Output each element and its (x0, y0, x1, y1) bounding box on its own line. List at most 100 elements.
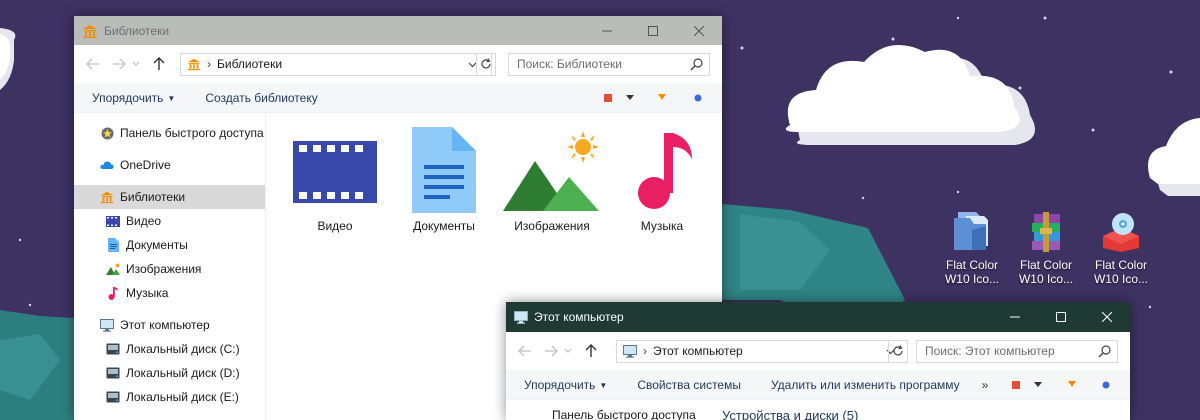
desktop-icon-label: W10 Ico... (944, 272, 1000, 286)
arrow-up-icon (153, 57, 165, 70)
quick-access-icon (100, 126, 114, 140)
view-options-dropdown-icon[interactable] (626, 95, 634, 101)
organize-button[interactable]: Упорядочить ▼ (92, 91, 175, 105)
close-icon (1102, 312, 1112, 322)
arrow-right-icon (113, 58, 126, 70)
minimize-icon (1010, 316, 1020, 318)
refresh-icon (893, 345, 903, 356)
tile-label: Видео (317, 219, 353, 233)
view-options-dropdown-icon[interactable] (1034, 382, 1042, 388)
nav-disk-d[interactable]: Локальный диск (D:) (74, 361, 265, 385)
devices-group-header[interactable]: Устройства и диски (5) (722, 408, 858, 420)
view-options-icon[interactable] (604, 94, 612, 102)
search-input[interactable]: Поиск: Этот компьютер (916, 339, 1118, 363)
breadcrumb-chevron-icon: › (207, 57, 211, 71)
nav-music[interactable]: Музыка (74, 281, 265, 305)
hard-drive-icon (106, 366, 120, 380)
desktop-icon-disc[interactable]: Flat Color W10 Ico... (1083, 206, 1159, 286)
library-icon (83, 24, 97, 38)
forward-button[interactable] (540, 340, 562, 362)
address-row: › Библиотеки Поиск: Библиотеки (74, 45, 722, 83)
sort-dropdown-icon[interactable] (658, 94, 666, 101)
address-path[interactable]: Этот компьютер (653, 344, 743, 358)
nav-quick-access[interactable]: Панель быстрого доступа (74, 121, 265, 145)
refresh-button[interactable] (476, 52, 496, 76)
more-commands-button[interactable]: » (982, 378, 989, 392)
nav-images[interactable]: Изображения (74, 257, 265, 281)
nav-label: Музыка (126, 286, 169, 300)
computer-monitor-icon (100, 318, 114, 332)
address-row: › Этот компьютер Поиск: Этот компьютер (506, 332, 1130, 370)
desktop-icon-folder[interactable]: Flat Color W10 Ico... (934, 206, 1010, 286)
nav-disk-e[interactable]: Локальный диск (E:) (74, 385, 265, 409)
nav-label: Этот компьютер (120, 318, 210, 332)
tile-label: Музыка (640, 219, 684, 233)
arrow-up-icon (585, 344, 597, 357)
music-note-icon (638, 133, 692, 209)
maximize-button[interactable] (630, 16, 676, 45)
explorer-window-this-pc[interactable]: Этот компьютер › Этот компьютер Поиск: Э… (506, 302, 1130, 420)
nav-quick-access[interactable]: Панель быстрого доступа (552, 408, 696, 420)
sort-dropdown-icon[interactable] (1068, 381, 1076, 388)
view-options-icon[interactable] (1012, 381, 1020, 389)
library-tile-video[interactable]: Видео (280, 127, 390, 233)
tile-label: Документы (413, 219, 475, 233)
address-path[interactable]: Библиотеки (217, 57, 282, 71)
close-button[interactable] (1084, 302, 1130, 332)
create-library-button[interactable]: Создать библиотеку (205, 91, 317, 105)
back-button[interactable] (514, 340, 536, 362)
library-tile-music[interactable]: Музыка (607, 127, 717, 233)
recent-locations-button[interactable] (130, 53, 142, 75)
title-bar[interactable]: Библиотеки (74, 16, 722, 45)
title-bar[interactable]: Этот компьютер (506, 302, 1130, 332)
window-title: Библиотеки (104, 23, 170, 38)
image-mountain-icon (106, 262, 120, 276)
uninstall-program-button[interactable]: Удалить или изменить программу (771, 378, 960, 392)
nav-label: Библиотеки (120, 190, 186, 204)
library-tile-documents[interactable]: Документы (389, 127, 499, 233)
document-icon (412, 127, 476, 213)
forward-button[interactable] (108, 53, 130, 75)
library-icon (187, 58, 201, 71)
address-bar[interactable]: › Библиотеки (180, 52, 492, 76)
desktop-icon-label: Flat Color (1019, 258, 1072, 272)
help-icon[interactable] (694, 94, 702, 102)
up-button[interactable] (148, 53, 170, 75)
desktop-icon-label: Flat Color (945, 258, 998, 272)
nav-label: Локальный диск (D:) (126, 366, 240, 380)
back-button[interactable] (82, 53, 104, 75)
nav-this-pc[interactable]: Этот компьютер (74, 313, 265, 337)
nav-label: Панель быстрого доступа (120, 126, 264, 140)
organize-label: Упорядочить (92, 90, 164, 105)
minimize-button[interactable] (992, 302, 1038, 332)
nav-documents[interactable]: Документы (74, 233, 265, 257)
nav-video[interactable]: Видео (74, 209, 265, 233)
address-bar[interactable]: › Этот компьютер (616, 339, 908, 363)
desktop-icon-archive[interactable]: Flat Color W10 Ico... (1008, 206, 1084, 286)
nav-disk-c[interactable]: Локальный диск (C:) (74, 337, 265, 361)
organize-button[interactable]: Упорядочить ▼ (524, 378, 607, 392)
system-properties-button[interactable]: Свойства системы (637, 378, 741, 392)
library-tile-images[interactable]: Изображения (497, 127, 607, 233)
nav-libraries[interactable]: Библиотеки (74, 185, 265, 209)
help-icon[interactable] (1102, 381, 1110, 389)
maximize-button[interactable] (1038, 302, 1084, 332)
archive-books-icon (1032, 212, 1060, 252)
nav-label: Локальный диск (C:) (126, 342, 240, 356)
breadcrumb-chevron-icon: › (643, 344, 647, 358)
video-film-icon (293, 141, 377, 203)
recent-locations-button[interactable] (562, 340, 574, 362)
chevron-down-icon (132, 61, 140, 66)
refresh-button[interactable] (888, 339, 908, 363)
arrow-right-icon (545, 345, 558, 357)
desktop-icon-label: W10 Ico... (1093, 272, 1149, 286)
nav-label: OneDrive (120, 158, 171, 172)
close-button[interactable] (676, 16, 722, 45)
caret-down-icon: ▼ (599, 380, 608, 390)
up-button[interactable] (580, 340, 602, 362)
caret-down-icon: ▼ (167, 93, 176, 103)
minimize-button[interactable] (584, 16, 630, 45)
document-icon (106, 238, 120, 252)
nav-onedrive[interactable]: OneDrive (74, 153, 265, 177)
search-input[interactable]: Поиск: Библиотеки (508, 52, 710, 76)
